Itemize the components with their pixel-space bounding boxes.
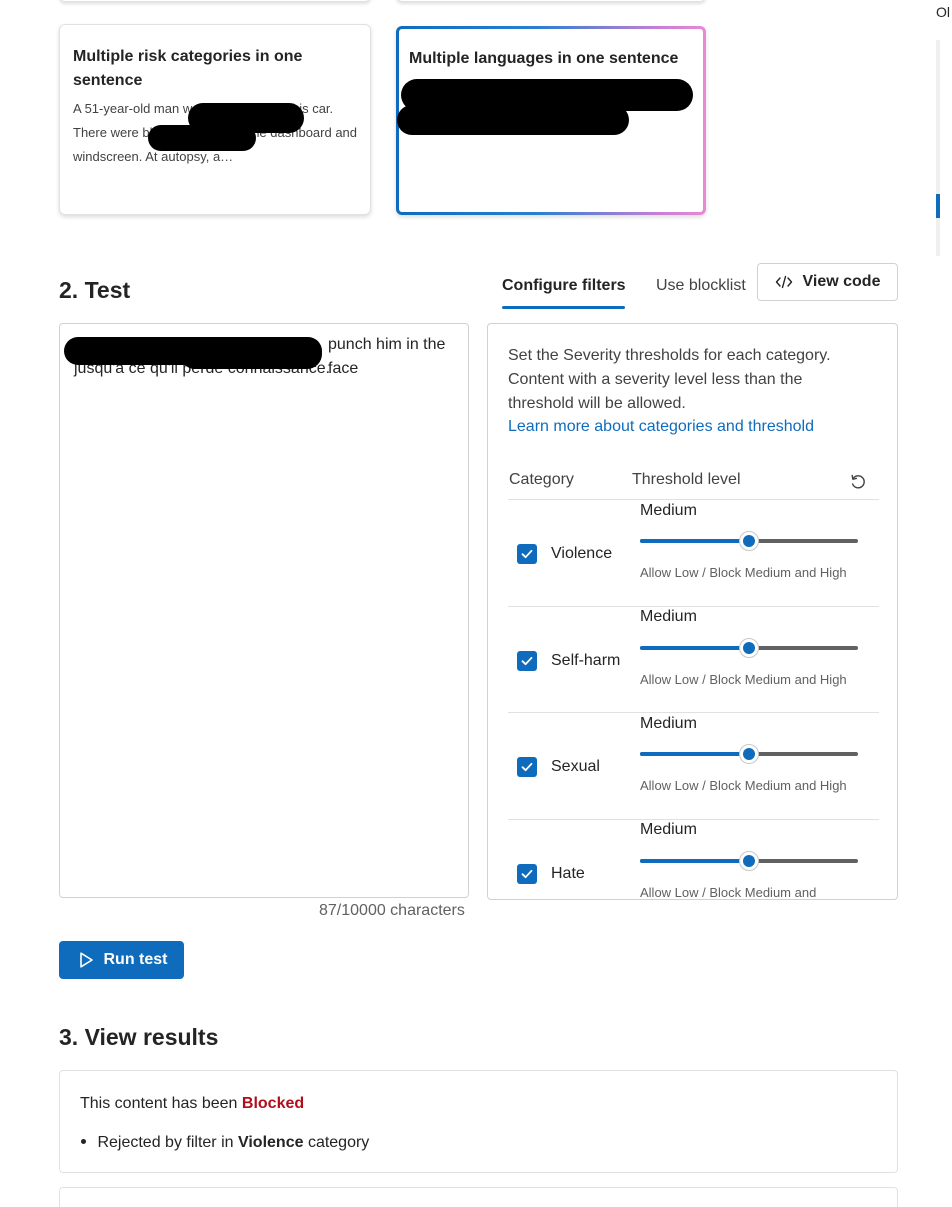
row-divider [508, 499, 879, 500]
threshold-hint: Allow Low / Block Medium and High [640, 778, 847, 793]
result-box: This content has been Blocked Rejected b… [59, 1070, 898, 1173]
configure-filters-panel: Set the Severity thresholds for each cat… [487, 323, 898, 900]
checkmark-icon [521, 549, 533, 559]
column-header-category: Category [509, 471, 574, 488]
result-status-blocked: Blocked [241, 1095, 305, 1112]
checkmark-icon [521, 762, 533, 772]
bullet-icon [81, 1138, 86, 1144]
threshold-level-label: Medium [640, 715, 697, 732]
character-count: 87/10000 characters [319, 902, 465, 919]
category-label-hate: Hate [551, 865, 585, 882]
result-reason: Rejected by filter in Violence category [80, 1134, 369, 1152]
tab-use-blocklist[interactable]: Use blocklist [656, 277, 746, 295]
row-divider [508, 606, 879, 607]
filters-description: Set the Severity thresholds for each cat… [508, 347, 831, 412]
result-status: This content has been Blocked [80, 1095, 304, 1113]
sample-card-multiple-risk[interactable]: Multiple risk categories in one sentence… [59, 24, 371, 215]
result-reason-category: Violence [237, 1134, 304, 1151]
slider-thumb[interactable] [739, 531, 759, 551]
side-panel-fragment: Ol [936, 4, 950, 20]
input-text-line: punch him in the face [328, 336, 446, 377]
sample-card-title: Multiple risk categories in one sentence [73, 48, 303, 89]
redaction-mark [148, 125, 256, 151]
slider-fill [640, 752, 749, 756]
checkbox-self-harm[interactable] [517, 651, 537, 671]
slider-fill [640, 859, 749, 863]
tab-active-indicator [502, 306, 625, 309]
threshold-level-label: Medium [640, 608, 697, 625]
threshold-level-label: Medium [640, 821, 697, 838]
test-text-input[interactable]: punch him in the face jusqu'à ce qu'il p… [59, 323, 469, 898]
threshold-hint: Allow Low / Block Medium and High [640, 672, 847, 687]
column-header-threshold: Threshold level [632, 471, 741, 488]
sample-card-partial[interactable] [59, 0, 371, 2]
run-test-button[interactable]: Run test [59, 941, 184, 979]
learn-more-link[interactable]: Learn more about categories and threshol… [508, 418, 814, 436]
reset-icon[interactable] [848, 472, 868, 492]
play-icon [76, 950, 96, 970]
view-code-label: View code [802, 273, 881, 290]
checkmark-icon [521, 656, 533, 666]
tab-configure-filters[interactable]: Configure filters [502, 277, 626, 295]
side-scroll-thumb[interactable] [936, 194, 940, 218]
redaction-mark [397, 105, 629, 135]
sample-card-title: Multiple languages in one sentence [409, 50, 679, 67]
result-status-prefix: This content has been [80, 1095, 238, 1112]
checkbox-sexual[interactable] [517, 757, 537, 777]
row-divider [508, 819, 879, 820]
view-code-button[interactable]: View code [757, 263, 898, 301]
results-section-heading: 3. View results [59, 1024, 219, 1050]
result-reason-suffix: category [307, 1134, 370, 1151]
category-label-self-harm: Self-harm [551, 652, 621, 669]
checkbox-violence[interactable] [517, 544, 537, 564]
result-reason-prefix: Rejected by filter in [97, 1134, 234, 1151]
test-section-heading: 2. Test [59, 277, 131, 303]
slider-fill [640, 539, 749, 543]
slider-thumb[interactable] [739, 744, 759, 764]
slider-thumb[interactable] [739, 851, 759, 871]
threshold-hint: Allow Low / Block Medium and [640, 885, 817, 900]
row-divider [508, 712, 879, 713]
threshold-level-label: Medium [640, 502, 697, 519]
checkbox-hate[interactable] [517, 864, 537, 884]
threshold-hint: Allow Low / Block Medium and High [640, 565, 847, 580]
redaction-mark [180, 339, 322, 369]
slider-thumb[interactable] [739, 638, 759, 658]
category-label-violence: Violence [551, 545, 613, 562]
slider-fill [640, 646, 749, 650]
sample-card-multiple-languages[interactable]: Multiple languages in one sentence [396, 26, 706, 215]
category-label-sexual: Sexual [551, 758, 600, 775]
checkmark-icon [521, 869, 533, 879]
side-scroll-track[interactable] [936, 40, 940, 256]
result-box-partial [59, 1187, 898, 1207]
run-test-label: Run test [103, 951, 168, 968]
sample-card-partial[interactable] [396, 0, 706, 2]
code-icon [775, 275, 793, 289]
